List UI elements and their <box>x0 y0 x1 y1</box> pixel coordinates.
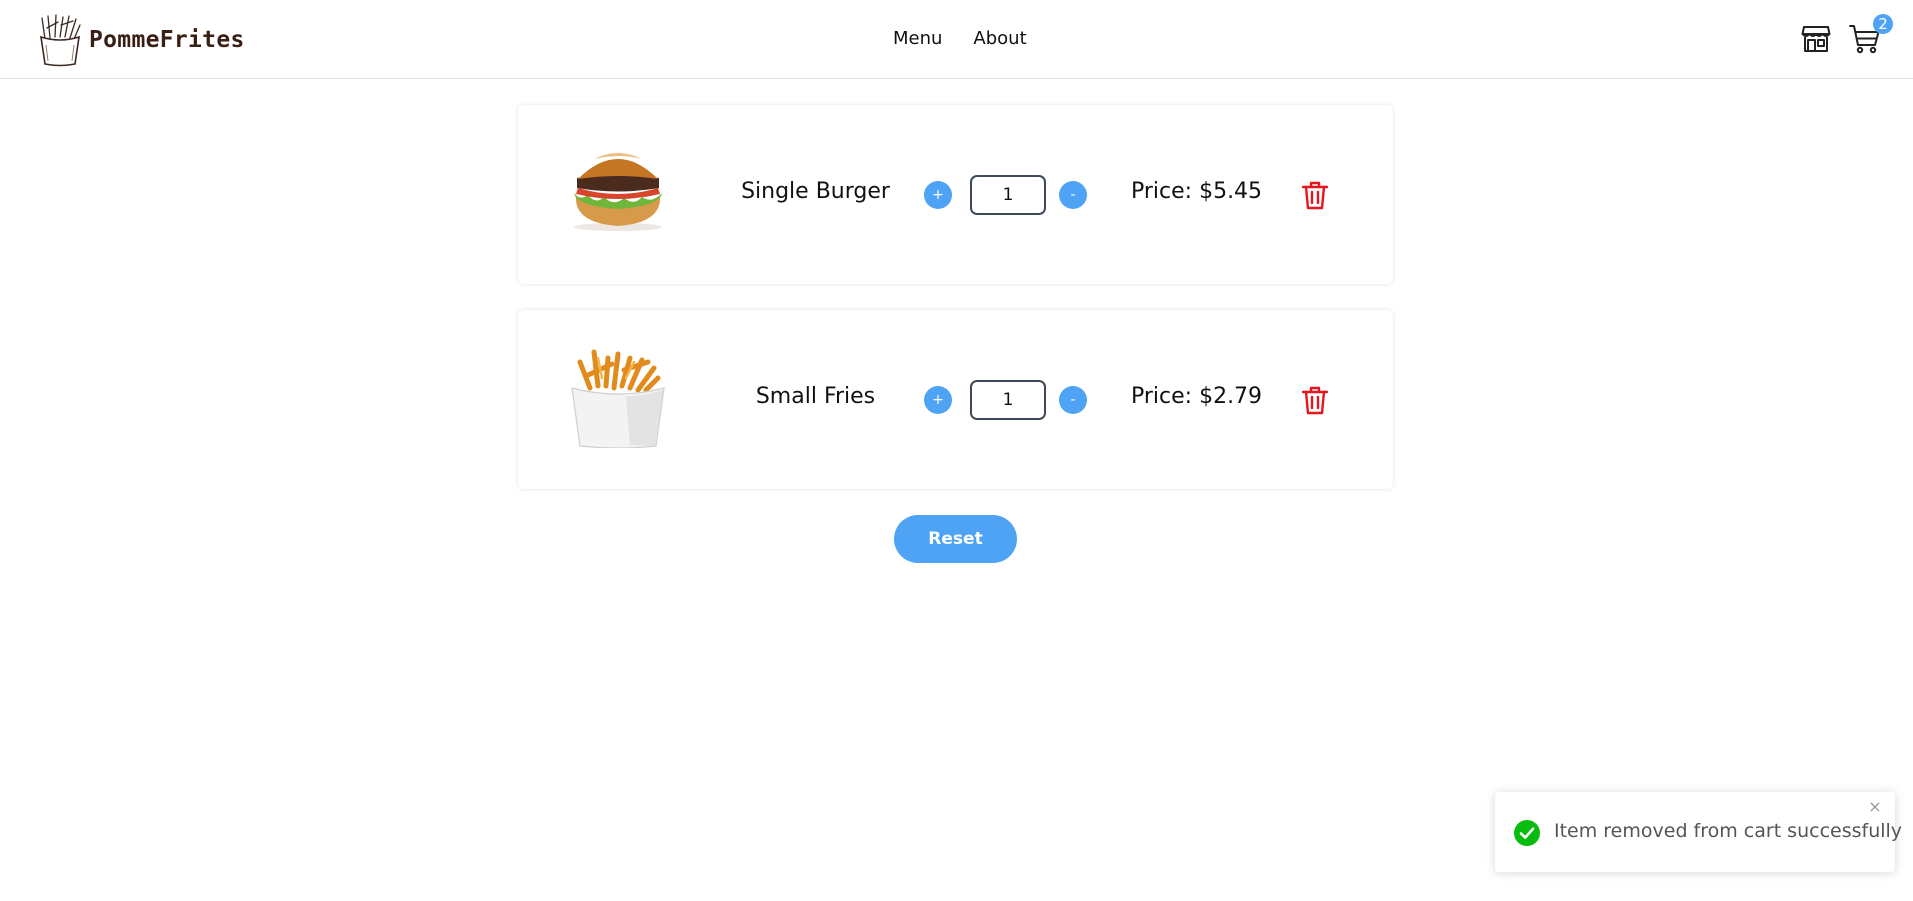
check-circle-icon <box>1514 820 1540 846</box>
cart-count-badge: 2 <box>1873 14 1893 34</box>
item-name: Single Burger <box>741 179 890 204</box>
fries-image <box>571 349 665 448</box>
increase-quantity-button[interactable]: + <box>924 386 952 414</box>
trash-icon[interactable] <box>1301 180 1329 210</box>
decrease-quantity-button[interactable]: - <box>1059 386 1087 414</box>
increase-quantity-button[interactable]: + <box>924 181 952 209</box>
brand[interactable]: PommeFrites <box>36 12 245 68</box>
toast-message: Item removed from cart successfully <box>1554 820 1903 842</box>
reset-button[interactable]: Reset <box>894 515 1017 563</box>
close-icon[interactable]: × <box>1867 798 1883 816</box>
nav-link-menu[interactable]: Menu <box>893 28 942 49</box>
brand-name: PommeFrites <box>89 27 245 53</box>
cart-item: Single Burger + - Price: $5.45 <box>518 105 1393 284</box>
store-icon[interactable] <box>1801 23 1831 53</box>
burger-image <box>574 153 662 231</box>
toast-notification: Item removed from cart successfully × <box>1495 792 1902 872</box>
quantity-input[interactable] <box>970 175 1046 215</box>
nav-link-about[interactable]: About <box>973 28 1026 49</box>
decrease-quantity-button[interactable]: - <box>1059 181 1087 209</box>
cart-item: Small Fries + - Price: $2.79 <box>518 310 1393 489</box>
item-name: Small Fries <box>755 384 876 409</box>
fries-logo-icon <box>40 14 81 67</box>
item-price: Price: $5.45 <box>1131 179 1263 204</box>
main-nav: Menu About <box>893 28 1027 49</box>
trash-icon[interactable] <box>1301 385 1329 415</box>
cart-button[interactable]: 2 <box>1849 14 1893 56</box>
quantity-input[interactable] <box>970 380 1046 420</box>
item-price: Price: $2.79 <box>1131 384 1263 409</box>
navbar: PommeFrites Menu About 2 <box>0 0 1913 79</box>
